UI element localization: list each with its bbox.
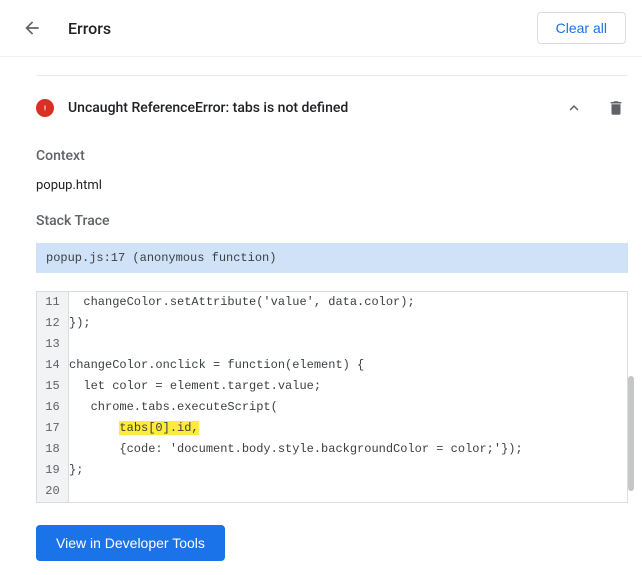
code-text: tabs[0].id, [69, 418, 628, 439]
code-text: let color = element.target.value; [69, 376, 628, 397]
code-text [69, 334, 628, 355]
collapse-button[interactable] [560, 94, 588, 122]
code-line: 14changeColor.onclick = function(element… [37, 355, 628, 376]
error-icon [36, 99, 54, 117]
clear-all-button[interactable]: Clear all [537, 12, 626, 44]
code-line: 13 [37, 334, 628, 355]
error-summary-row: Uncaught ReferenceError: tabs is not def… [36, 75, 628, 138]
error-message: Uncaught ReferenceError: tabs is not def… [68, 100, 560, 116]
content: Uncaught ReferenceError: tabs is not def… [0, 57, 642, 575]
code-line: 20 [37, 481, 628, 503]
code-line: 16 chrome.tabs.executeScript( [37, 397, 628, 418]
stack-trace-heading: Stack Trace [36, 213, 628, 229]
line-number: 19 [37, 460, 69, 481]
code-block: 11 changeColor.setAttribute('value', dat… [36, 291, 628, 503]
chevron-up-icon [565, 99, 583, 117]
code-text: changeColor.onclick = function(element) … [69, 355, 628, 376]
page-title: Errors [68, 19, 537, 38]
line-number: 17 [37, 418, 69, 439]
line-number: 11 [37, 292, 69, 314]
code-text: chrome.tabs.executeScript( [69, 397, 628, 418]
code-text: changeColor.setAttribute('value', data.c… [69, 292, 628, 314]
delete-button[interactable] [604, 96, 628, 120]
view-devtools-button[interactable]: View in Developer Tools [36, 525, 225, 561]
context-heading: Context [36, 148, 628, 164]
code-line: 11 changeColor.setAttribute('value', dat… [37, 292, 628, 314]
line-number: 18 [37, 439, 69, 460]
code-text: {code: 'document.body.style.backgroundCo… [69, 439, 628, 460]
code-line: 17 tabs[0].id, [37, 418, 628, 439]
code-table: 11 changeColor.setAttribute('value', dat… [36, 291, 628, 503]
code-line: 18 {code: 'document.body.style.backgroun… [37, 439, 628, 460]
code-text: }; [69, 460, 628, 481]
code-line: 15 let color = element.target.value; [37, 376, 628, 397]
arrow-back-icon [22, 18, 42, 38]
line-number: 12 [37, 313, 69, 334]
trash-icon [607, 99, 625, 117]
code-line: 19}; [37, 460, 628, 481]
line-number: 13 [37, 334, 69, 355]
code-text [69, 481, 628, 503]
header: Errors Clear all [0, 0, 642, 57]
line-number: 16 [37, 397, 69, 418]
back-button[interactable] [20, 16, 44, 40]
stack-trace-label[interactable]: popup.js:17 (anonymous function) [36, 243, 628, 273]
code-line: 12}); [37, 313, 628, 334]
line-number: 20 [37, 481, 69, 503]
line-number: 14 [37, 355, 69, 376]
context-value: popup.html [36, 178, 628, 193]
scrollbar[interactable] [628, 376, 634, 491]
line-number: 15 [37, 376, 69, 397]
code-text: }); [69, 313, 628, 334]
